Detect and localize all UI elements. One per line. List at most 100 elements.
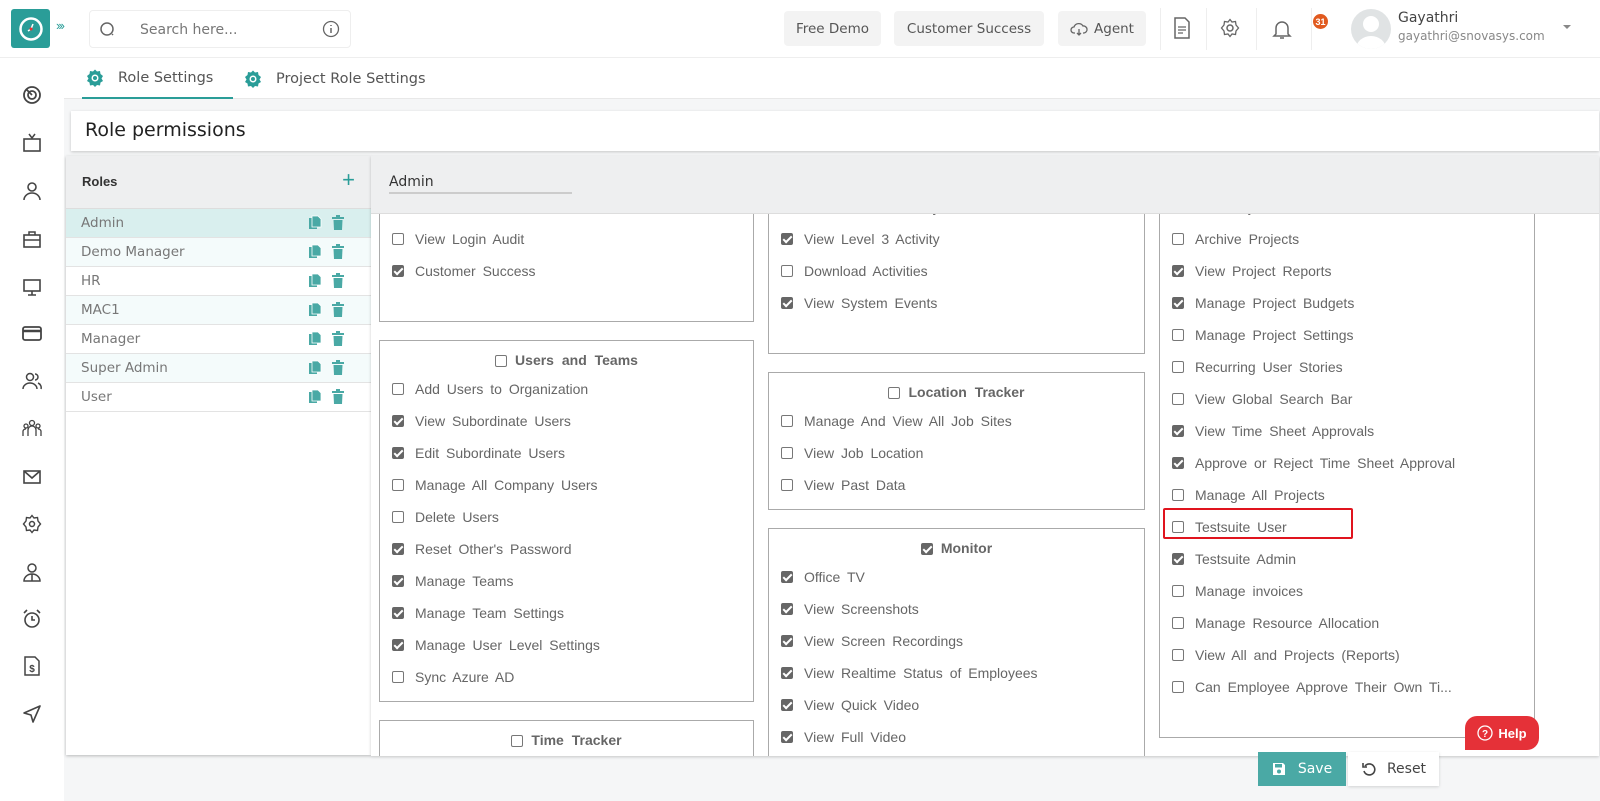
permission-item[interactable]: Manage All Company Users <box>392 477 598 493</box>
permission-item[interactable]: Download Activities <box>781 263 928 279</box>
permission-checkbox[interactable] <box>1172 233 1184 245</box>
free-demo-button[interactable]: Free Demo <box>784 11 881 46</box>
permission-checkbox[interactable] <box>392 543 404 555</box>
permission-item[interactable]: Recurring User Stories <box>1172 359 1343 375</box>
permission-checkbox[interactable] <box>392 479 404 491</box>
group-checkbox[interactable] <box>495 355 508 367</box>
employee-icon[interactable] <box>21 561 43 583</box>
copy-role-icon[interactable] <box>308 331 322 346</box>
permission-item[interactable]: Can Employee Approve Their Own Ti... <box>1172 679 1452 695</box>
invoice-icon[interactable]: $ <box>21 655 43 677</box>
copy-role-icon[interactable] <box>308 360 322 375</box>
permission-checkbox[interactable] <box>781 731 793 743</box>
permission-checkbox[interactable] <box>781 699 793 711</box>
group-checkbox[interactable] <box>888 387 901 399</box>
delete-role-trash-icon[interactable] <box>332 331 344 346</box>
permission-item[interactable]: View Level 3 Activity <box>781 231 940 247</box>
permission-checkbox[interactable] <box>1172 329 1184 341</box>
settings-icon[interactable] <box>21 513 43 535</box>
permission-item[interactable]: View All and Projects (Reports) <box>1172 647 1400 663</box>
permission-item[interactable]: View Job Location <box>781 445 923 461</box>
permission-item[interactable]: Office TV <box>781 569 865 585</box>
permission-checkbox[interactable] <box>1172 553 1184 565</box>
permission-item[interactable]: View Screen Recordings <box>781 633 963 649</box>
briefcase-icon[interactable] <box>21 228 43 250</box>
permission-item[interactable]: Archive Projects <box>1172 231 1299 247</box>
permission-checkbox[interactable] <box>781 265 793 277</box>
permission-checkbox[interactable] <box>781 447 793 459</box>
role-list-item[interactable]: Manager <box>66 325 371 354</box>
delete-role-trash-icon[interactable] <box>332 302 344 317</box>
permission-item[interactable]: View Past Data <box>781 477 905 493</box>
customer-success-button[interactable]: Customer Success <box>894 11 1044 46</box>
delete-role-trash-icon[interactable] <box>332 215 344 230</box>
role-list-item[interactable]: HR <box>66 267 371 296</box>
tab-role-settings[interactable]: Role Settings <box>82 58 233 99</box>
permission-item[interactable]: Approve or Reject Time Sheet Approval <box>1172 455 1455 471</box>
permission-checkbox[interactable] <box>781 571 793 583</box>
permission-checkbox[interactable] <box>781 233 793 245</box>
group-checkbox[interactable] <box>920 543 933 555</box>
permission-item[interactable]: View Full Video <box>781 729 906 745</box>
role-list-item[interactable]: Admin <box>66 209 371 238</box>
mail-icon[interactable] <box>21 466 43 488</box>
permission-checkbox[interactable] <box>392 511 404 523</box>
search-box[interactable]: Search here... <box>89 10 351 48</box>
permission-checkbox[interactable] <box>1172 297 1184 309</box>
permission-checkbox[interactable] <box>781 415 793 427</box>
role-list-item[interactable]: Super Admin <box>66 354 371 383</box>
copy-role-icon[interactable] <box>308 215 322 230</box>
permission-item[interactable]: View Realtime Status of Employees <box>781 665 1038 681</box>
monitor-icon[interactable] <box>21 276 43 298</box>
group-checkbox[interactable] <box>511 735 524 747</box>
user-icon[interactable] <box>21 180 43 202</box>
role-list-item[interactable]: Demo Manager <box>66 238 371 267</box>
permission-item[interactable]: View Global Search Bar <box>1172 391 1352 407</box>
delete-role-trash-icon[interactable] <box>332 244 344 259</box>
help-button[interactable]: ? Help <box>1465 716 1539 750</box>
permission-checkbox[interactable] <box>781 603 793 615</box>
alarm-clock-icon[interactable] <box>21 608 43 630</box>
info-icon[interactable] <box>322 20 340 38</box>
permission-checkbox[interactable] <box>781 297 793 309</box>
notification-bell-icon[interactable] <box>1272 18 1292 40</box>
billing-card-icon[interactable] <box>21 322 43 344</box>
permission-item[interactable]: View Screenshots <box>781 601 919 617</box>
permission-checkbox[interactable] <box>1172 393 1184 405</box>
reset-button[interactable]: Reset <box>1348 752 1439 786</box>
user-menu-caret-icon[interactable] <box>1563 25 1571 29</box>
permission-item[interactable]: Manage Project Settings <box>1172 327 1354 343</box>
permission-item[interactable]: Manage And View All Job Sites <box>781 413 1012 429</box>
permission-checkbox[interactable] <box>781 479 793 491</box>
permission-checkbox[interactable] <box>392 383 404 395</box>
document-icon[interactable] <box>1173 17 1191 39</box>
role-list-item[interactable]: User <box>66 383 371 412</box>
permission-checkbox[interactable] <box>1172 361 1184 373</box>
role-name-input[interactable] <box>389 172 572 194</box>
permission-checkbox[interactable] <box>392 639 404 651</box>
permission-item[interactable]: Delete Users <box>392 509 499 525</box>
permission-checkbox[interactable] <box>392 607 404 619</box>
agent-button[interactable]: Agent <box>1058 11 1146 46</box>
permission-checkbox[interactable] <box>392 671 404 683</box>
permission-item[interactable]: Add Users to Organization <box>392 381 588 397</box>
delete-role-trash-icon[interactable] <box>332 273 344 288</box>
permission-item[interactable]: Manage Project Budgets <box>1172 295 1354 311</box>
permission-checkbox[interactable] <box>1172 681 1184 693</box>
permission-checkbox[interactable] <box>392 265 404 277</box>
permission-checkbox[interactable] <box>781 667 793 679</box>
permission-item[interactable]: Customer Success <box>392 263 535 279</box>
permission-checkbox[interactable] <box>1172 265 1184 277</box>
permission-item[interactable]: View Time Sheet Approvals <box>1172 423 1374 439</box>
add-role-plus-icon[interactable]: + <box>342 167 355 193</box>
permission-item[interactable]: View Quick Video <box>781 697 919 713</box>
app-logo[interactable] <box>11 9 50 48</box>
permission-item[interactable]: View System Events <box>781 295 937 311</box>
copy-role-icon[interactable] <box>308 389 322 404</box>
save-button[interactable]: Save <box>1258 752 1346 786</box>
permission-item[interactable]: Manage invoices <box>1172 583 1303 599</box>
permission-item[interactable]: Manage User Level Settings <box>392 637 600 653</box>
expand-sidebar-icon[interactable]: ››› <box>56 18 65 33</box>
dashboard-icon[interactable] <box>21 84 43 106</box>
permission-checkbox[interactable] <box>1172 617 1184 629</box>
